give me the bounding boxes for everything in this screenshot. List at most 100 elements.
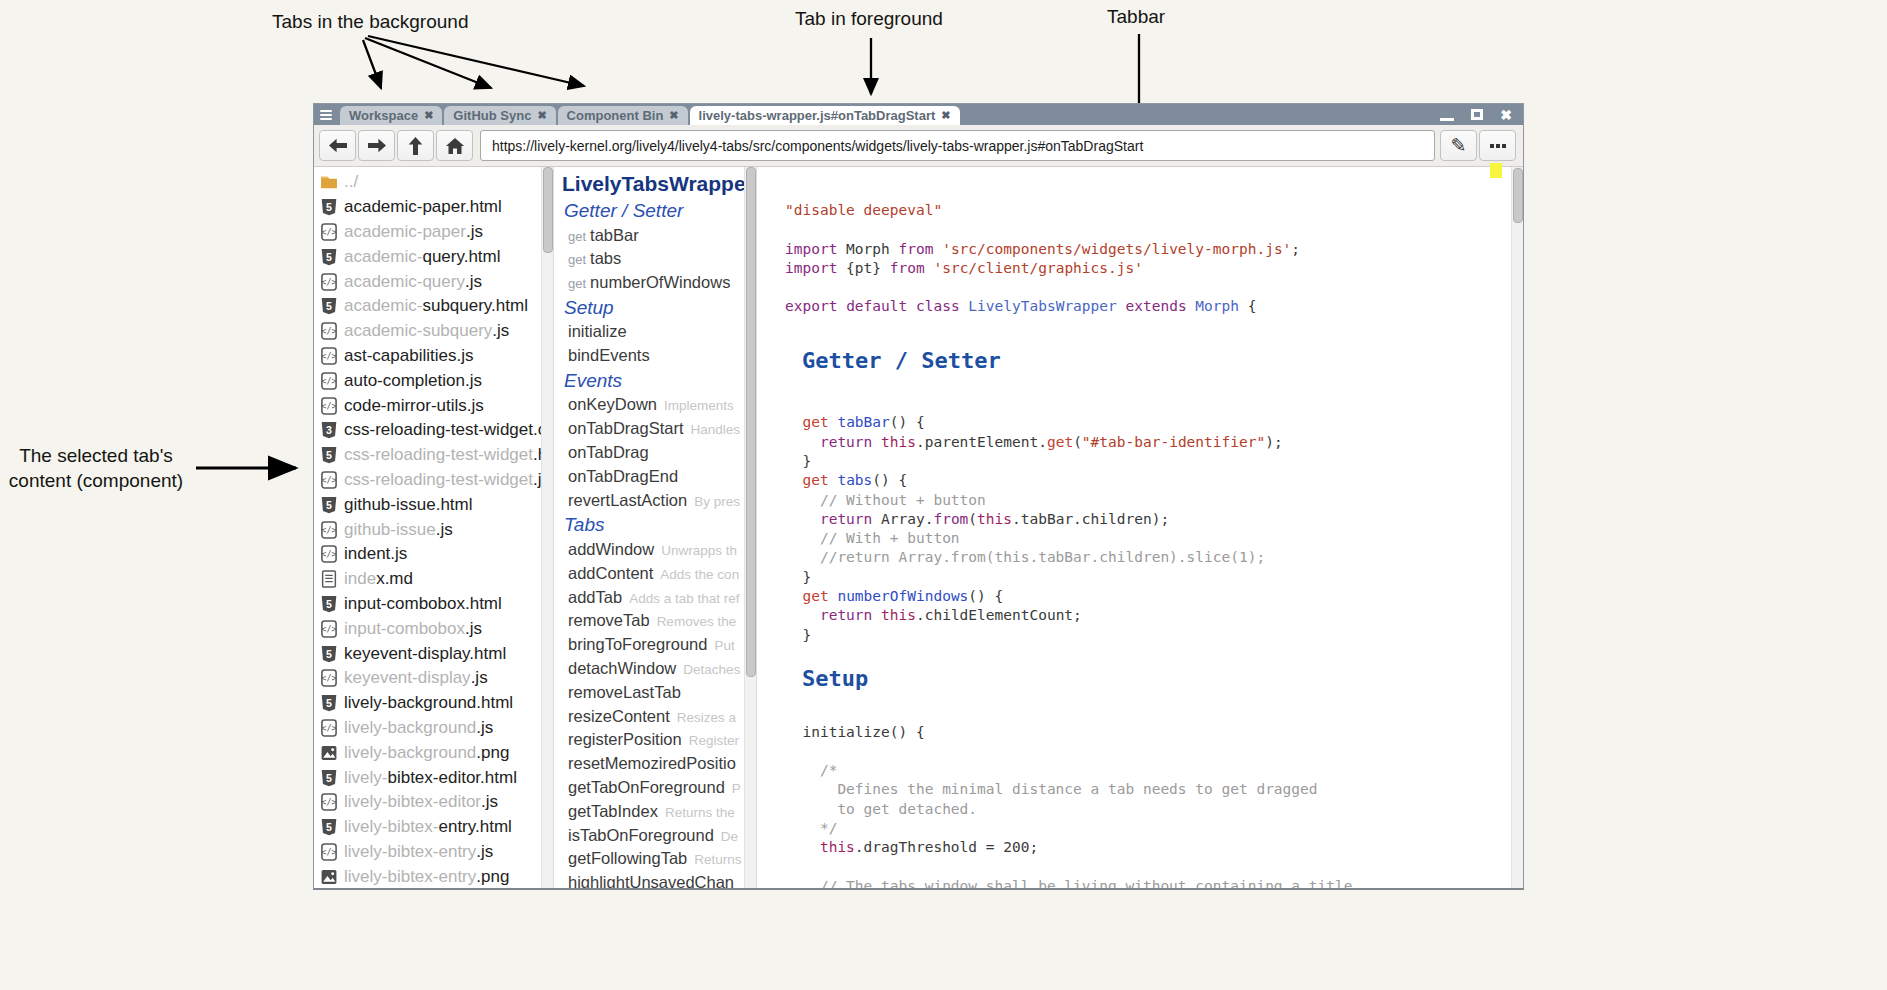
outline-section[interactable]: Getter / Setter [554,197,744,223]
outline-method[interactable]: revertLastActionBy pres [554,488,744,512]
tab-close-icon[interactable]: ✖ [537,109,546,122]
up-button[interactable] [397,130,434,161]
scrollbar-thumb[interactable] [543,167,553,253]
outline-method[interactable]: getnumberOfWindows [554,270,744,294]
outline-method[interactable]: isTabOnForegroundDe [554,823,744,847]
file-list-item[interactable]: 5academic-paper.html [314,195,541,220]
tab-background[interactable]: Workspace✖ [340,106,442,125]
file-list-item[interactable]: </>lively-bibtex-editor.js [314,790,541,815]
outline-method[interactable]: resizeContentResizes a [554,704,744,728]
file-list-item[interactable]: 5lively-background.html [314,691,541,716]
minimize-button[interactable] [1440,109,1454,121]
file-list-item[interactable]: </>css-reloading-test-widget.js [314,468,541,493]
outline-method[interactable]: onTabDragStartHandles [554,416,744,440]
code-panel-scrollbar[interactable] [1511,167,1523,888]
file-list-item[interactable]: 5lively-bibtex-editor.html [314,765,541,790]
file-list-item[interactable]: 5lively-bibtex-entry.html [314,815,541,840]
file-list-item[interactable]: </>auto-completion.js [314,368,541,393]
outline-method[interactable]: gettabs [554,246,744,270]
outline-class[interactable]: LivelyTabsWrapper [554,171,744,197]
file-list-item[interactable]: 5academic-subquery.html [314,294,541,319]
file-list-item[interactable]: 3css-reloading-test-widget.css [314,418,541,443]
file-list-item[interactable]: </>keyevent-display.js [314,666,541,691]
code-line: // With + button [785,529,1511,548]
file-list-item[interactable]: 5keyevent-display.html [314,641,541,666]
outline-method[interactable]: addContentAdds the con [554,561,744,585]
file-list-item[interactable]: ../ [314,170,541,195]
code-line [785,317,1511,336]
file-list-item[interactable]: </>indent.js [314,542,541,567]
outline-method[interactable]: bringToForegroundPut [554,632,744,656]
outline-method[interactable]: highlightUnsavedChan [554,870,744,888]
browser-window: Workspace✖GitHub Sync✖Component Bin✖live… [313,103,1524,890]
menu-icon[interactable] [320,110,332,120]
outline-method[interactable]: onKeyDownImplements [554,392,744,416]
file-list-item[interactable]: </>lively-bibtex-entry.js [314,840,541,865]
outline-panel-scrollbar[interactable] [744,167,756,888]
outline-section[interactable]: Setup [554,294,744,320]
file-list-item[interactable]: lively-background.png [314,740,541,765]
file-list-item[interactable]: </>ast-capabilities.js [314,344,541,369]
file-list-item[interactable]: </>lively-background.js [314,716,541,741]
svg-text:</>: </> [321,376,336,386]
file-list-item[interactable]: </>input-combobox.js [314,616,541,641]
tab-background[interactable]: Component Bin✖ [558,106,688,125]
code-line [785,394,1511,413]
svg-text:</>: </> [321,674,336,684]
tab-background[interactable]: GitHub Sync✖ [444,106,555,125]
file-list-item[interactable]: 5input-combobox.html [314,592,541,617]
file-list-item[interactable]: </>academic-subquery.js [314,319,541,344]
outline-panel: LivelyTabsWrapperGetter / SettergettabBa… [553,167,756,888]
file-list-item[interactable]: 5css-reloading-test-widget.html [314,443,541,468]
file-list-item[interactable]: lively-bibtex-entry.png [314,864,541,888]
outline-method[interactable]: removeLastTab [554,680,744,704]
file-list-item[interactable]: </>academic-query.js [314,269,541,294]
file-panel-scrollbar[interactable] [541,167,553,888]
outline-method[interactable]: onTabDrag [554,440,744,464]
outline-section[interactable]: Events [554,367,744,393]
outline-method[interactable]: addTabAdds a tab that ref [554,585,744,609]
outline-method[interactable]: initialize [554,319,744,343]
js-icon: </> [320,793,338,811]
file-list-item[interactable]: </>github-issue.js [314,517,541,542]
outline-method[interactable]: gettabBar [554,223,744,247]
code-line: // Without + button [785,491,1511,510]
tab-close-icon[interactable]: ✖ [669,109,678,122]
outline-method[interactable]: detachWindowDetaches [554,656,744,680]
code-line [785,278,1511,297]
close-window-button[interactable]: ✖ [1500,108,1512,122]
file-list-item[interactable]: </>code-mirror-utils.js [314,393,541,418]
outline-method[interactable]: getFollowingTabReturns [554,846,744,870]
code-line [785,220,1511,239]
scrollbar-thumb[interactable] [746,167,756,677]
maximize-button[interactable] [1471,109,1483,120]
file-list-item[interactable]: index.md [314,567,541,592]
outline-method[interactable]: bindEvents [554,343,744,367]
code-editor-panel[interactable]: "disable deepeval" import Morph from 'sr… [756,167,1523,888]
svg-text:</>: </> [321,277,336,287]
tab-close-icon[interactable]: ✖ [941,109,950,122]
file-list-item[interactable]: 5github-issue.html [314,492,541,517]
more-button[interactable] [1479,130,1516,161]
tab-foreground[interactable]: lively-tabs-wrapper.js#onTabDragStart✖ [690,106,960,125]
outline-section[interactable]: Tabs [554,511,744,537]
scrollbar-thumb[interactable] [1513,168,1523,223]
outline-method[interactable]: onTabDragEnd [554,464,744,488]
file-list-item[interactable]: 5academic-query.html [314,244,541,269]
forward-button[interactable] [358,130,395,161]
outline-method[interactable]: removeTabRemoves the [554,608,744,632]
code-line: get numberOfWindows() { [785,587,1511,606]
file-list-item[interactable]: </>academic-paper.js [314,220,541,245]
code-line: import Morph from 'src/components/widget… [785,240,1511,259]
svg-text:</>: </> [321,351,336,361]
outline-method[interactable]: getTabIndexReturns the [554,799,744,823]
outline-method[interactable]: getTabOnForegroundP [554,775,744,799]
outline-method[interactable]: resetMemoziredPositio [554,751,744,775]
url-input[interactable]: https://lively-kernel.org/lively4/lively… [480,130,1435,161]
edit-button[interactable]: ✎ [1440,130,1477,161]
back-button[interactable] [319,130,356,161]
outline-method[interactable]: registerPositionRegister [554,727,744,751]
tab-close-icon[interactable]: ✖ [424,109,433,122]
outline-method[interactable]: addWindowUnwrapps th [554,537,744,561]
home-button[interactable] [436,130,473,161]
